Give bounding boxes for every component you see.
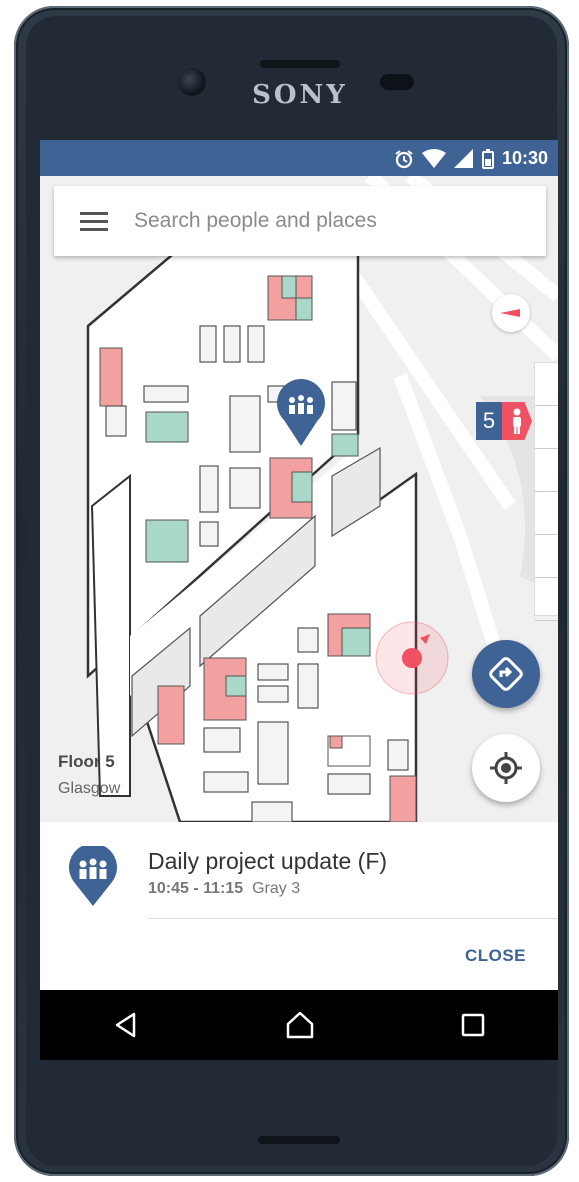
my-location-button[interactable] — [472, 734, 540, 802]
alarm-icon — [395, 149, 413, 168]
divider — [148, 918, 558, 919]
navigation-bar — [40, 990, 558, 1060]
proximity-sensor — [380, 74, 414, 90]
wifi-icon — [421, 148, 446, 168]
floor-badge[interactable]: 5 — [476, 402, 532, 440]
event-room: Gray 3 — [252, 880, 301, 897]
event-title: Daily project update (F) — [148, 848, 388, 874]
event-bottom-sheet: Daily project update (F) 10:45 - 11:15 G… — [40, 822, 558, 990]
floor-name: Floor 5 — [58, 752, 115, 771]
search-bar[interactable]: Search people and places — [54, 186, 546, 256]
meeting-icon — [68, 843, 118, 911]
event-time: 10:45 - 11:15 — [148, 880, 244, 897]
search-input[interactable]: Search people and places — [134, 209, 377, 233]
signal-icon — [453, 148, 473, 168]
floor-number: 5 — [476, 402, 502, 440]
bottom-speaker — [258, 1136, 340, 1144]
front-camera — [178, 68, 206, 96]
event-details: 10:45 - 11:15 Gray 3 — [148, 880, 300, 898]
directions-button[interactable] — [472, 640, 540, 708]
status-bar: 10:30 — [40, 140, 558, 176]
floor-info: Floor 5 Glasgow — [58, 752, 120, 798]
floor-map[interactable]: Search people and places 5 Floor 5 Glasg… — [40, 176, 558, 822]
battery-icon — [481, 148, 494, 169]
compass-button[interactable] — [492, 294, 530, 332]
directions-icon — [489, 657, 523, 691]
screen: 10:30 Search people and places 5 Floor 5… — [40, 140, 558, 1060]
top-speaker — [260, 60, 340, 68]
home-icon[interactable] — [285, 1010, 315, 1040]
floor-selector[interactable] — [534, 362, 558, 621]
building-name: Glasgow — [58, 780, 121, 797]
brand-logo: SONY — [252, 80, 348, 110]
compass-icon — [500, 309, 520, 317]
menu-icon[interactable] — [80, 207, 108, 236]
recents-icon[interactable] — [460, 1012, 486, 1038]
crosshair-icon — [490, 752, 522, 784]
close-button[interactable]: CLOSE — [465, 946, 526, 966]
back-icon[interactable] — [112, 1011, 140, 1039]
floor-plan — [86, 176, 558, 822]
status-time: 10:30 — [501, 148, 548, 168]
person-icon — [502, 402, 532, 440]
